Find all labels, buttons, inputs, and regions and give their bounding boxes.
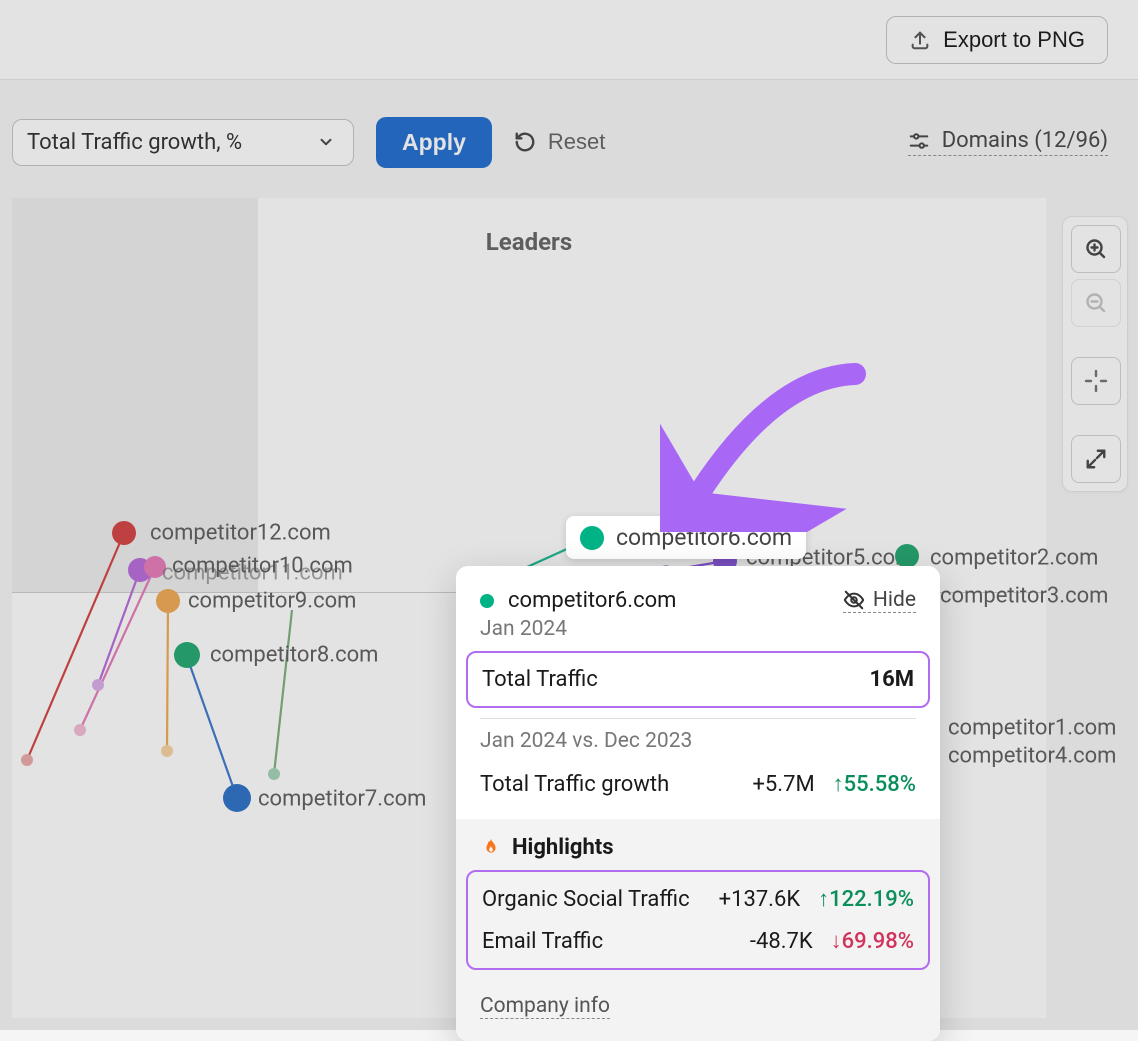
zoom-in-button[interactable] xyxy=(1071,225,1121,273)
hide-label: Hide xyxy=(873,588,916,612)
export-png-label: Export to PNG xyxy=(943,27,1085,53)
crosshair-icon xyxy=(1084,369,1108,393)
data-label: competitor3.com xyxy=(940,584,1108,609)
data-point[interactable] xyxy=(156,589,180,613)
highlighted-metric-row: Total Traffic 16M xyxy=(466,651,930,708)
zoom-out-button[interactable] xyxy=(1071,279,1121,327)
data-point[interactable] xyxy=(174,642,200,668)
sliders-icon xyxy=(908,130,930,152)
tooltip-period: Jan 2024 xyxy=(480,617,916,641)
highlights-label: Highlights xyxy=(512,835,614,860)
hl1-absolute: +137.6K xyxy=(719,887,801,912)
data-label: competitor8.com xyxy=(210,643,378,668)
total-traffic-label: Total Traffic xyxy=(482,667,598,692)
chart-section-title: Leaders xyxy=(12,228,1046,256)
data-point-small xyxy=(21,754,33,766)
fire-icon xyxy=(480,837,502,859)
data-point[interactable] xyxy=(895,544,919,568)
topbar: Export to PNG xyxy=(0,0,1138,80)
domains-filter-label: Domains (12/96) xyxy=(942,128,1108,153)
data-label: competitor12.com xyxy=(150,521,331,546)
divider xyxy=(480,718,916,719)
hl1-percent: ↑122.19% xyxy=(818,886,914,912)
tooltip-domain: competitor6.com xyxy=(480,588,676,613)
growth-percent: ↑55.58% xyxy=(833,771,916,797)
data-point[interactable] xyxy=(112,521,136,545)
highlighted-data-label: competitor6.com xyxy=(616,524,792,551)
highlight-row: Organic Social Traffic +137.6K ↑122.19% xyxy=(482,878,914,920)
hl2-label: Email Traffic xyxy=(482,929,603,954)
zoom-out-icon xyxy=(1084,291,1108,315)
highlighted-data-point[interactable]: competitor6.com xyxy=(566,516,806,559)
data-label: competitor9.com xyxy=(188,589,356,614)
eye-off-icon xyxy=(843,589,865,611)
hl2-absolute: -48.7K xyxy=(750,929,813,954)
tooltip-compare-period: Jan 2024 vs. Dec 2023 xyxy=(480,729,916,753)
data-label: competitor1.com xyxy=(948,716,1116,741)
tooltip-domain-label: competitor6.com xyxy=(508,588,676,613)
highlight-row: Email Traffic -48.7K ↓69.98% xyxy=(482,920,914,962)
metric-dropdown-label: Total Traffic growth, % xyxy=(27,130,242,155)
data-point-small xyxy=(74,724,86,736)
highlighted-metrics-box: Organic Social Traffic +137.6K ↑122.19% … xyxy=(466,870,930,970)
apply-label: Apply xyxy=(402,129,466,155)
hl1-label: Organic Social Traffic xyxy=(482,887,690,912)
total-traffic-value: 16M xyxy=(869,667,914,692)
fullscreen-button[interactable] xyxy=(1071,435,1121,483)
refresh-icon xyxy=(514,131,536,153)
expand-icon xyxy=(1085,448,1107,470)
highlights-panel: Highlights Organic Social Traffic +137.6… xyxy=(456,819,940,1041)
growth-absolute: +5.7M xyxy=(752,772,814,797)
data-point-small xyxy=(161,745,173,757)
upload-icon xyxy=(909,29,931,51)
data-point-small xyxy=(92,679,104,691)
growth-label: Total Traffic growth xyxy=(480,772,669,797)
metric-dropdown[interactable]: Total Traffic growth, % xyxy=(12,119,354,166)
data-label: competitor2.com xyxy=(930,546,1098,571)
reset-button[interactable]: Reset xyxy=(514,129,605,155)
domain-color-dot xyxy=(480,594,494,608)
growth-row: Total Traffic growth +5.7M ↑55.58% xyxy=(480,763,916,805)
reset-label: Reset xyxy=(548,129,605,155)
data-label: competitor7.com xyxy=(258,787,426,812)
company-info-link[interactable]: Company info xyxy=(480,994,610,1019)
hl2-percent: ↓69.98% xyxy=(831,928,914,954)
chevron-down-icon xyxy=(317,133,335,151)
apply-button[interactable]: Apply xyxy=(376,117,492,168)
data-point-dot xyxy=(580,526,604,550)
chart-zoom-panel xyxy=(1062,216,1128,492)
data-label: competitor11.com xyxy=(162,561,343,586)
hide-domain-button[interactable]: Hide xyxy=(843,588,916,613)
data-point[interactable] xyxy=(223,784,251,812)
zoom-in-icon xyxy=(1084,237,1108,261)
data-point-small xyxy=(268,768,280,780)
controls-row: Total Traffic growth, % Apply Reset Doma… xyxy=(12,112,1108,172)
data-label: competitor4.com xyxy=(948,744,1116,769)
domains-filter-link[interactable]: Domains (12/96) xyxy=(908,128,1108,156)
export-png-button[interactable]: Export to PNG xyxy=(886,16,1108,64)
datapoint-tooltip: competitor6.com Hide Jan 2024 Total Traf… xyxy=(456,566,940,1041)
company-info-label: Company info xyxy=(480,994,610,1018)
recenter-button[interactable] xyxy=(1071,357,1121,405)
